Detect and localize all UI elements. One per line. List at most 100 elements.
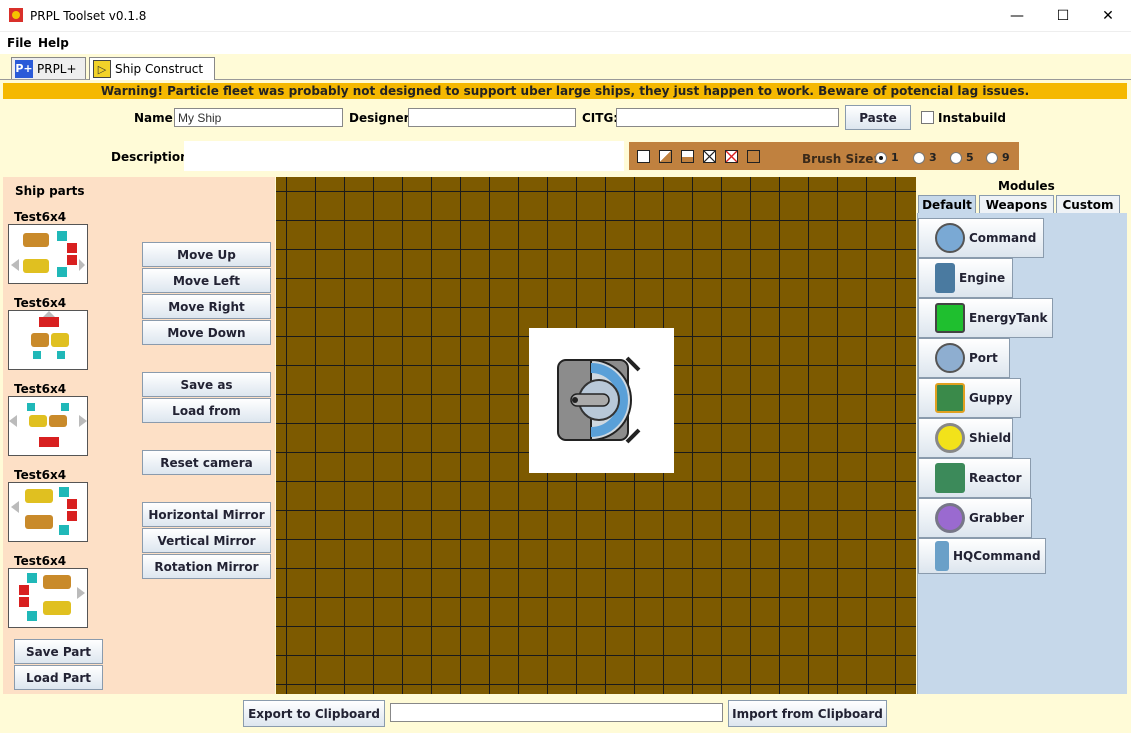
prpl-plus-icon: P+ — [15, 59, 33, 78]
name-label: Name: — [134, 111, 178, 125]
name-input[interactable] — [174, 108, 343, 127]
brush-size-5[interactable]: 5 — [950, 151, 974, 164]
part-thumbnail[interactable] — [8, 224, 88, 284]
move-right-button[interactable]: Move Right — [142, 294, 271, 319]
instabuild-checkbox[interactable] — [921, 111, 934, 124]
menu-bar — [0, 32, 1131, 54]
load-from-button[interactable]: Load from — [142, 398, 271, 423]
energytank-icon — [935, 303, 965, 333]
save-part-button[interactable]: Save Part — [14, 639, 103, 664]
brush-fill-icon[interactable] — [747, 150, 760, 163]
brush-size-1-label: 1 — [891, 151, 899, 164]
module-energytank-label: EnergyTank — [969, 311, 1048, 325]
description-input[interactable] — [184, 141, 624, 171]
part-name: Test6x4 — [14, 382, 67, 396]
hqcommand-icon — [935, 541, 949, 571]
grabber-icon — [935, 503, 965, 533]
minimize-button[interactable]: — — [994, 0, 1040, 32]
module-port-label: Port — [969, 351, 998, 365]
ship-part-icon — [31, 311, 69, 359]
ship-part-icon — [9, 403, 87, 447]
module-grabber[interactable]: Grabber — [918, 498, 1032, 538]
modules-title: Modules — [998, 179, 1055, 193]
part-thumbnail[interactable] — [8, 482, 88, 542]
move-left-button[interactable]: Move Left — [142, 268, 271, 293]
move-down-button[interactable]: Move Down — [142, 320, 271, 345]
port-icon — [935, 343, 965, 373]
command-module-icon — [557, 356, 641, 444]
description-label: Description: — [111, 150, 194, 164]
ship-parts-title: Ship parts — [15, 184, 85, 198]
tab-ship-construct[interactable]: ▷ Ship Construct — [89, 57, 215, 80]
part-thumbnail[interactable] — [8, 396, 88, 456]
module-shield[interactable]: Shield — [918, 418, 1013, 458]
part-name: Test6x4 — [14, 468, 67, 482]
brush-erase-icon[interactable] — [725, 150, 738, 163]
app-icon — [8, 7, 24, 23]
vertical-mirror-button[interactable]: Vertical Mirror — [142, 528, 271, 553]
tab-prpl-plus[interactable]: P+ PRPL+ — [11, 57, 86, 79]
tab-ship-construct-label: Ship Construct — [115, 62, 204, 76]
command-icon — [935, 223, 965, 253]
citg-input[interactable] — [616, 108, 839, 127]
clipboard-input[interactable] — [390, 703, 723, 722]
tab-custom[interactable]: Custom — [1056, 195, 1120, 214]
module-energytank[interactable]: EnergyTank — [918, 298, 1053, 338]
title-bar — [0, 0, 1131, 32]
paste-button[interactable]: Paste — [845, 105, 911, 130]
menu-help[interactable]: Help — [38, 36, 69, 50]
move-up-button[interactable]: Move Up — [142, 242, 271, 267]
module-guppy-label: Guppy — [969, 391, 1013, 405]
ship-preview[interactable] — [529, 328, 674, 473]
module-reactor[interactable]: Reactor — [918, 458, 1031, 498]
export-to-clipboard-button[interactable]: Export to Clipboard — [243, 700, 385, 727]
menu-file[interactable]: File — [7, 36, 32, 50]
module-engine-label: Engine — [959, 271, 1006, 285]
brush-size-3[interactable]: 3 — [913, 151, 937, 164]
instabuild-label: Instabuild — [938, 111, 1006, 125]
save-as-button[interactable]: Save as — [142, 372, 271, 397]
reset-camera-button[interactable]: Reset camera — [142, 450, 271, 475]
module-engine[interactable]: Engine — [918, 258, 1013, 298]
horizontal-mirror-button[interactable]: Horizontal Mirror — [142, 502, 271, 527]
part-thumbnail[interactable] — [8, 568, 88, 628]
close-button[interactable]: ✕ — [1085, 0, 1131, 32]
load-part-button[interactable]: Load Part — [14, 665, 103, 690]
module-hqcommand[interactable]: HQCommand — [918, 538, 1046, 574]
brush-size-3-label: 3 — [929, 151, 937, 164]
part-name: Test6x4 — [14, 296, 67, 310]
module-guppy[interactable]: Guppy — [918, 378, 1021, 418]
maximize-button[interactable]: ☐ — [1040, 0, 1086, 32]
module-grabber-label: Grabber — [969, 511, 1025, 525]
brush-size-9-label: 9 — [1002, 151, 1010, 164]
designer-input[interactable] — [408, 108, 576, 127]
window-title: PRPL Toolset v0.1.8 — [30, 9, 147, 23]
brush-empty-icon[interactable] — [637, 150, 650, 163]
brush-diagonal-icon[interactable] — [659, 150, 672, 163]
import-from-clipboard-button[interactable]: Import from Clipboard — [728, 700, 887, 727]
radio-icon — [913, 151, 925, 164]
module-port[interactable]: Port — [918, 338, 1010, 378]
tab-prpl-plus-label: PRPL+ — [37, 61, 77, 76]
designer-label: Designer: — [349, 111, 415, 125]
module-command-label: Command — [969, 231, 1037, 245]
brush-size-label: Brush Size: — [802, 152, 879, 166]
close-icon: ✕ — [1102, 8, 1114, 24]
tab-weapons[interactable]: Weapons — [979, 195, 1054, 214]
brush-size-1[interactable]: 1 — [875, 151, 899, 164]
radio-selected-icon — [875, 151, 887, 164]
brush-cross-icon[interactable] — [703, 150, 716, 163]
ship-construct-icon: ▷ — [93, 60, 111, 78]
rotation-mirror-button[interactable]: Rotation Mirror — [142, 554, 271, 579]
citg-label: CITG: — [582, 111, 619, 125]
module-command[interactable]: Command — [918, 218, 1044, 258]
brush-triangle-icon[interactable] — [681, 150, 694, 163]
shield-icon — [935, 423, 965, 453]
ship-part-icon — [11, 487, 77, 535]
brush-size-9[interactable]: 9 — [986, 151, 1010, 164]
radio-icon — [950, 151, 962, 164]
reactor-icon — [935, 463, 965, 493]
brush-size-5-label: 5 — [966, 151, 974, 164]
tab-default[interactable]: Default — [918, 195, 976, 214]
part-thumbnail[interactable] — [8, 310, 88, 370]
